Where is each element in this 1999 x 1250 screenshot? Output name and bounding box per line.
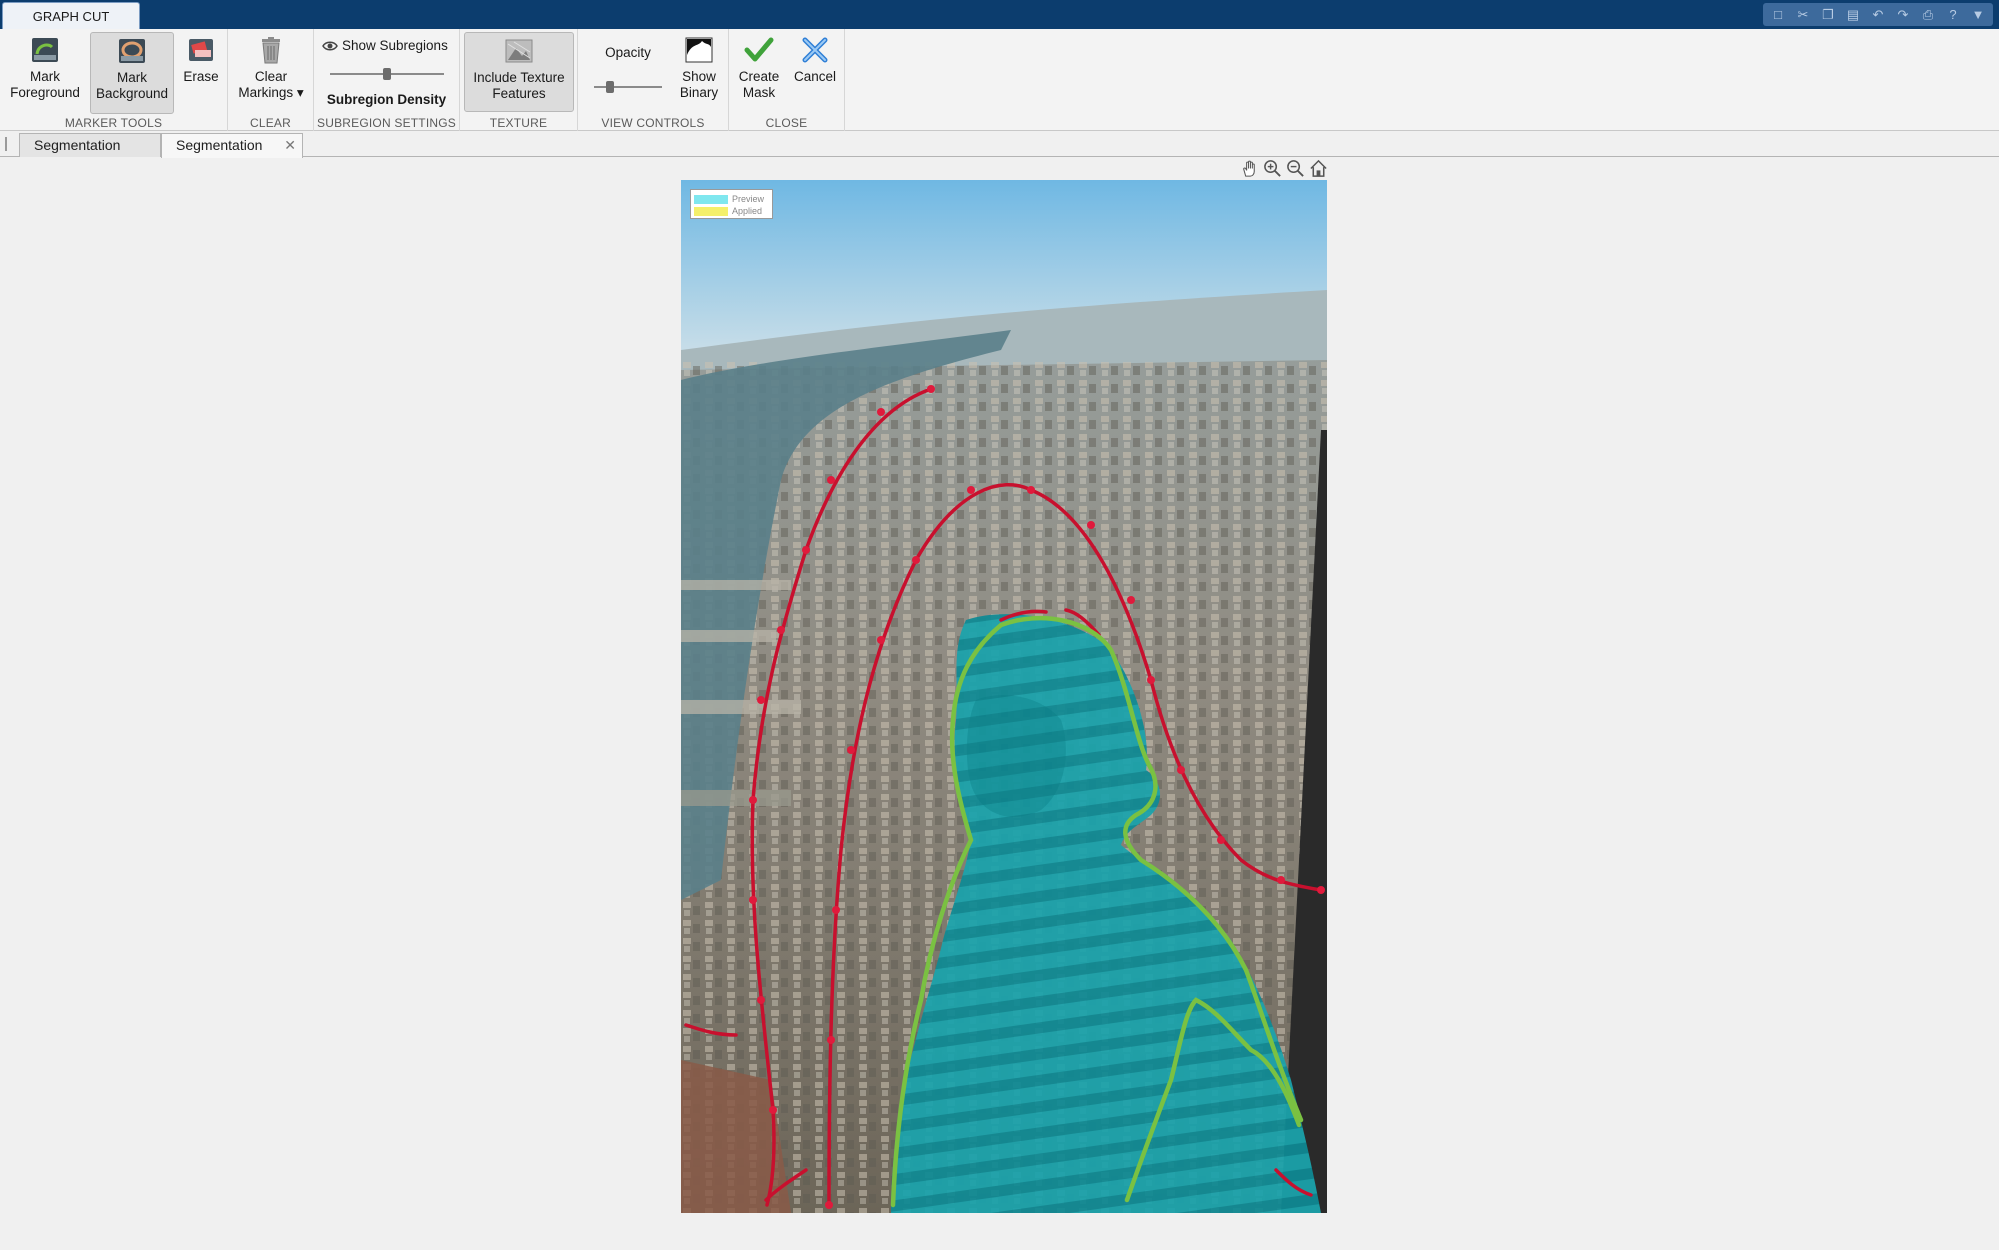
create-mask-button[interactable]: Create Mask (733, 32, 785, 112)
mark-background-button[interactable]: Mark Background (90, 32, 174, 114)
zoom-out-icon[interactable] (1286, 159, 1305, 178)
tab-grip (5, 137, 7, 151)
mark-background-icon (119, 39, 145, 63)
opacity-slider[interactable] (594, 81, 662, 93)
cut-icon[interactable]: ✂ (1792, 6, 1814, 24)
subregion-density-thumb[interactable] (383, 68, 391, 80)
copy-icon[interactable]: ❐ (1817, 6, 1839, 24)
cancel-button[interactable]: Cancel (789, 32, 841, 112)
close-icon (802, 37, 828, 63)
close-tab-icon[interactable]: ✕ (284, 134, 296, 157)
group-label-texture: TEXTURE (489, 116, 548, 130)
save-icon[interactable]: □ (1767, 6, 1789, 24)
mark-foreground-icon (32, 38, 58, 62)
erase-label: Erase (183, 69, 219, 84)
paste-icon[interactable]: ▤ (1842, 6, 1864, 24)
tab-segmentation-2[interactable]: Segmentation ✕ (161, 133, 303, 158)
tab-graph-cut[interactable]: GRAPH CUT (2, 2, 140, 29)
legend-preview-swatch (694, 194, 728, 204)
overlay-legend: Preview Applied (690, 189, 773, 219)
options-icon[interactable]: ▼ (1967, 6, 1989, 24)
help-icon[interactable]: ? (1942, 6, 1964, 24)
mark-background-label: Mark Background (95, 70, 169, 101)
clear-markings-button[interactable]: Clear Markings ▾ (234, 32, 308, 112)
checkmark-icon (744, 37, 774, 62)
pan-hand-icon[interactable] (1240, 159, 1259, 178)
legend-preview: Preview (694, 193, 764, 205)
group-label-marker-tools: MARKER TOOLS (64, 116, 163, 130)
include-texture-button[interactable]: Include Texture Features (464, 32, 574, 112)
group-texture: Include Texture Features TEXTURE (460, 29, 578, 131)
mark-foreground-label: Mark Foreground (10, 69, 80, 100)
group-close: Create Mask Cancel CLOSE (729, 29, 845, 131)
title-bar: GRAPH CUT □ ✂ ❐ ▤ ↶ ↷ ⎙ ? ▼ (0, 0, 1999, 29)
legend-applied-swatch (694, 206, 728, 216)
group-label-close: CLOSE (765, 116, 808, 130)
home-icon[interactable] (1309, 159, 1328, 178)
group-marker-tools: Mark Foreground Mark Background Erase MA… (0, 29, 228, 131)
trash-icon (262, 37, 280, 64)
show-binary-label: Show Binary (679, 69, 719, 100)
segmentation-image[interactable] (681, 180, 1327, 1213)
document-tabs: Segmentation Segmentation ✕ (0, 131, 1999, 158)
ribbon: Mark Foreground Mark Background Erase MA… (0, 29, 1999, 154)
group-subregion-settings: Show Subregions Subregion Density SUBREG… (314, 29, 460, 131)
create-mask-label: Create Mask (738, 69, 780, 100)
include-texture-label: Include Texture Features (473, 70, 565, 101)
show-subregions-label: Show Subregions (342, 38, 448, 53)
eraser-icon (189, 39, 213, 61)
mark-foreground-button[interactable]: Mark Foreground (6, 32, 84, 112)
subregion-density-slider[interactable] (330, 68, 444, 80)
texture-icon (505, 39, 533, 63)
undo-icon[interactable]: ↶ (1867, 6, 1889, 24)
cancel-label: Cancel (793, 69, 837, 84)
group-view-controls: Opacity Show Binary VIEW CONTROLS (578, 29, 729, 131)
legend-applied-label: Applied (732, 206, 763, 216)
clear-markings-label: Clear Markings ▾ (238, 69, 304, 100)
erase-button[interactable]: Erase (178, 32, 224, 112)
axes-toolbar (1240, 159, 1328, 178)
group-label-clear: CLEAR (249, 116, 291, 130)
zoom-in-icon[interactable] (1263, 159, 1282, 178)
group-clear: Clear Markings ▾ CLEAR (228, 29, 314, 131)
show-subregions-toggle[interactable]: Show Subregions (322, 38, 448, 53)
group-label-subregion-settings: SUBREGION SETTINGS (317, 116, 456, 130)
print-icon[interactable]: ⎙ (1917, 6, 1939, 24)
binary-image-icon (685, 37, 713, 63)
image-canvas[interactable] (681, 180, 1327, 1213)
tab-segmentation-2-label: Segmentation (176, 137, 263, 153)
subregion-density-label: Subregion Density (326, 92, 447, 107)
opacity-thumb[interactable] (606, 81, 614, 93)
eye-icon (322, 41, 338, 50)
quick-access-toolbar: □ ✂ ❐ ▤ ↶ ↷ ⎙ ? ▼ (1763, 3, 1993, 26)
legend-applied: Applied (694, 205, 762, 217)
tab-segmentation-1[interactable]: Segmentation (19, 133, 161, 157)
baby-face-shading (966, 695, 1066, 817)
legend-preview-label: Preview (732, 194, 765, 204)
opacity-label: Opacity (605, 45, 651, 60)
show-binary-button[interactable]: Show Binary (674, 32, 724, 112)
redo-icon[interactable]: ↷ (1892, 6, 1914, 24)
group-label-view-controls: VIEW CONTROLS (601, 116, 705, 130)
